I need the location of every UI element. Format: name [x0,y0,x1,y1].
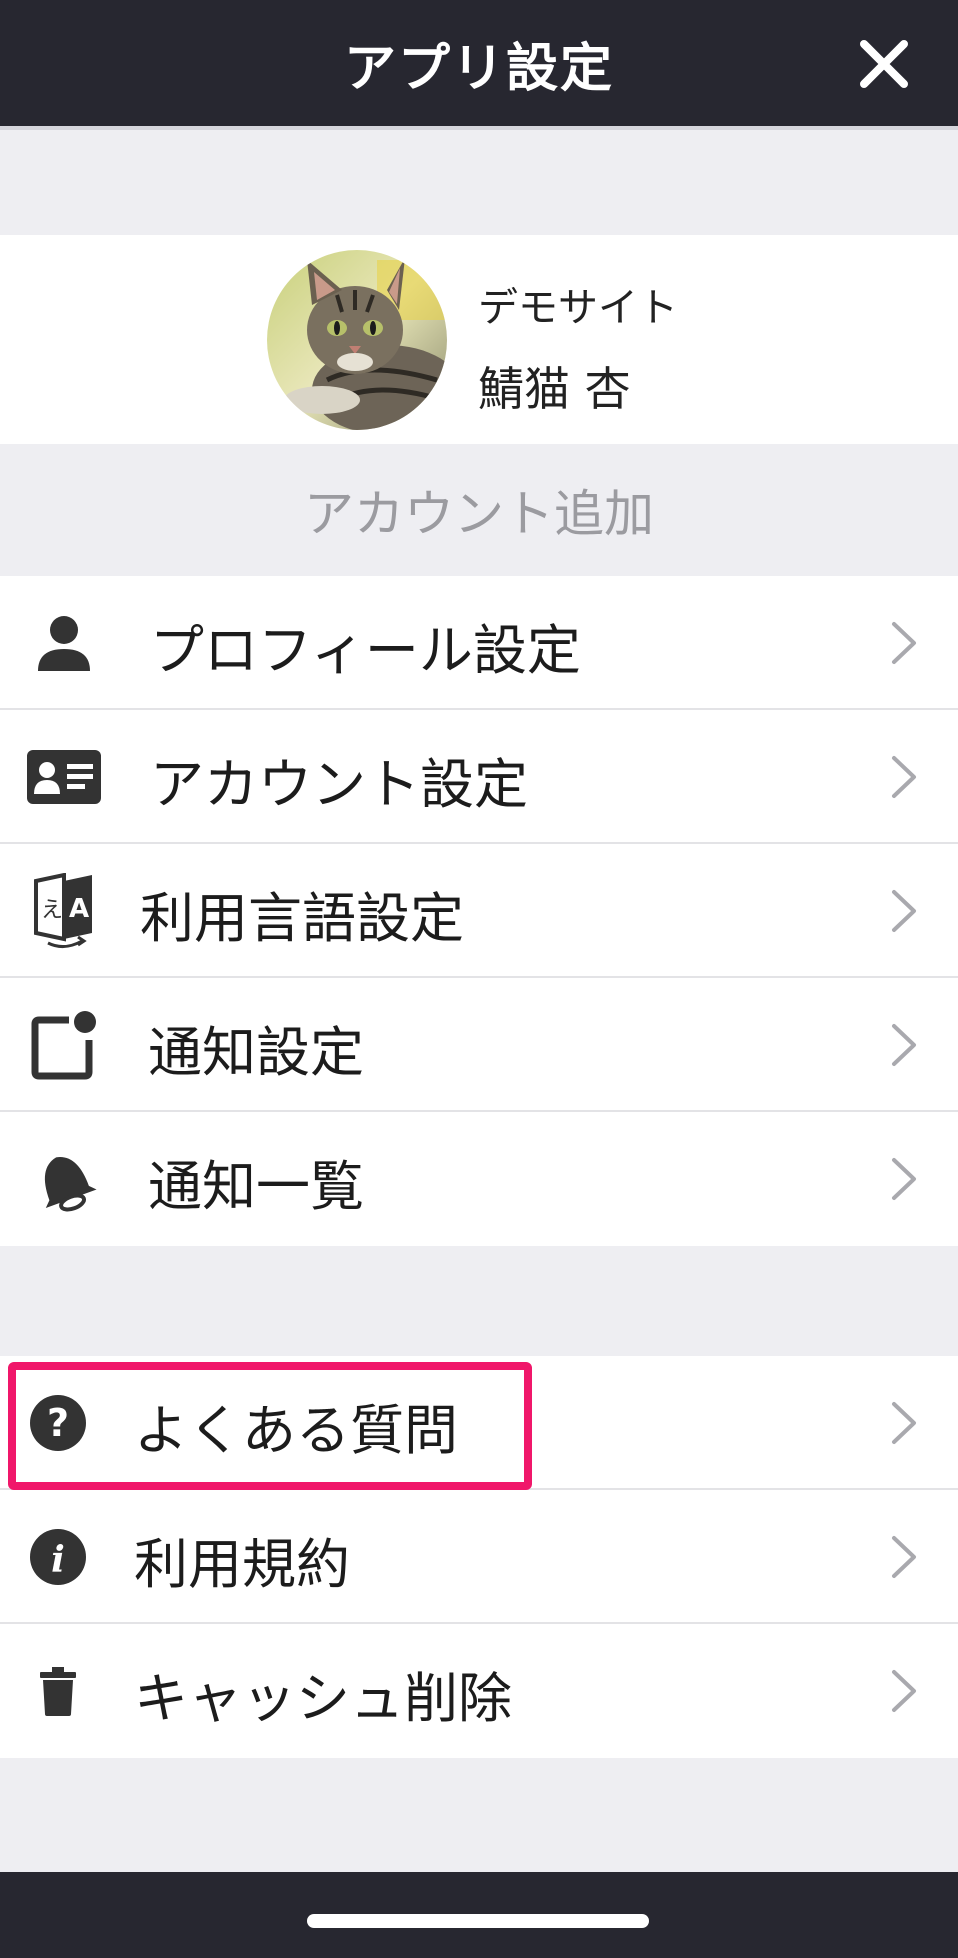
support-group: ? よくある質問 i 利用規約 キャッシュ削除 [0,1356,958,1758]
menu-item-label: よくある質問 [134,1399,458,1462]
menu-item-label: 通知一覧 [148,1155,364,1218]
chevron-right-icon [892,1536,916,1578]
page-title: アプリ設定 [343,38,614,99]
chevron-right-icon [892,890,916,932]
menu-item-label: プロフィール設定 [150,619,581,682]
svg-text:え: え [41,898,63,923]
menu-item-label: 利用言語設定 [140,887,464,950]
chevron-right-icon [892,1024,916,1066]
menu-item-profile-settings[interactable]: プロフィール設定 [0,576,958,710]
chevron-right-icon [892,1402,916,1444]
notification-badge-icon [22,1010,106,1080]
svg-text:?: ? [47,1401,69,1445]
app-header: アプリ設定 [0,0,958,126]
bell-icon [22,1144,106,1214]
menu-item-label: 通知設定 [148,1021,364,1084]
add-account-button[interactable]: アカウント追加 [0,444,958,576]
info-circle-icon: i [22,1522,94,1592]
menu-item-label: キャッシュ削除 [134,1667,512,1730]
menu-item-notification-settings[interactable]: 通知設定 [0,978,958,1112]
menu-item-label: 利用規約 [134,1533,350,1596]
chevron-right-icon [892,622,916,664]
user-name: 鯖猫 杏 [478,362,631,416]
menu-item-faq[interactable]: ? よくある質問 [0,1356,958,1490]
menu-item-language-settings[interactable]: え A 利用言語設定 [0,844,958,978]
avatar [267,250,447,430]
chevron-right-icon [892,1670,916,1712]
svg-text:i: i [51,1539,65,1581]
menu-item-terms[interactable]: i 利用規約 [0,1490,958,1624]
home-indicator[interactable] [307,1914,649,1928]
id-card-icon [22,742,106,812]
cat-photo-avatar [267,250,447,430]
trash-icon [22,1656,94,1726]
chevron-right-icon [892,1158,916,1200]
question-circle-icon: ? [22,1388,94,1458]
close-icon [860,40,908,88]
chevron-right-icon [892,756,916,798]
svg-text:A: A [69,894,89,924]
menu-item-label: アカウント設定 [150,753,528,816]
site-name: デモサイト [478,285,678,331]
settings-group: プロフィール設定 アカウント設定 え A 利用言語設定 通知設定 通知一覧 [0,576,958,1246]
menu-item-clear-cache[interactable]: キャッシュ削除 [0,1624,958,1758]
menu-item-notification-list[interactable]: 通知一覧 [0,1112,958,1246]
menu-item-account-settings[interactable]: アカウント設定 [0,710,958,844]
header-divider [0,126,958,130]
close-button[interactable] [858,38,910,90]
profile-card[interactable]: デモサイト 鯖猫 杏 [0,235,958,444]
person-icon [22,608,106,678]
translate-icon: え A [22,873,106,948]
add-account-label: アカウント追加 [304,485,654,543]
